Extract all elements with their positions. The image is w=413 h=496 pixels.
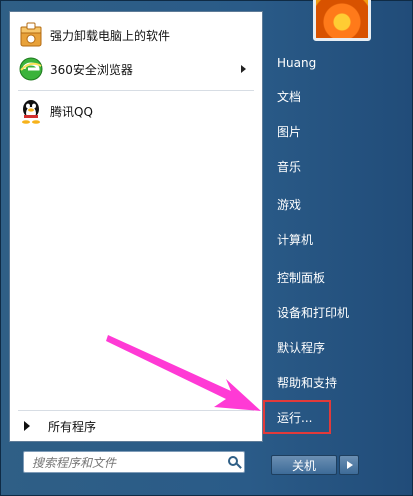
- search-icon[interactable]: [228, 456, 238, 466]
- program-label: 360安全浏览器: [50, 62, 133, 77]
- search-box[interactable]: [23, 451, 245, 473]
- program-item-360-browser[interactable]: 360安全浏览器: [18, 52, 254, 86]
- run-highlight-box: [263, 400, 331, 434]
- right-item-pictures[interactable]: 图片: [277, 123, 397, 141]
- 360-browser-icon: [18, 56, 44, 82]
- program-label: 腾讯QQ: [50, 104, 93, 119]
- right-item-control-panel[interactable]: 控制面板: [277, 269, 397, 287]
- separator: [18, 90, 254, 91]
- all-programs-button[interactable]: 所有程序: [18, 416, 254, 436]
- program-item-qq[interactable]: 腾讯QQ: [18, 94, 254, 128]
- program-item-uninstaller[interactable]: 强力卸载电脑上的软件: [18, 18, 254, 52]
- all-programs-label: 所有程序: [48, 419, 97, 434]
- right-item-devices-printers[interactable]: 设备和打印机: [277, 304, 397, 322]
- annotation-arrow-icon: [106, 335, 261, 411]
- user-avatar[interactable]: [313, 0, 371, 41]
- right-item-documents[interactable]: 文档: [277, 88, 397, 106]
- right-item-default-programs[interactable]: 默认程序: [277, 339, 397, 357]
- right-item-computer[interactable]: 计算机: [277, 231, 397, 249]
- right-item-music[interactable]: 音乐: [277, 158, 397, 176]
- shutdown-label: 关机: [291, 458, 316, 473]
- shutdown-button[interactable]: 关机: [271, 455, 337, 475]
- right-item-games[interactable]: 游戏: [277, 196, 397, 214]
- start-menu: 强力卸载电脑上的软件 360安全浏览器 腾讯QQ 所有程序 搜索程序和文件 Hu…: [0, 0, 413, 496]
- uninstaller-box-icon: [18, 22, 44, 48]
- search-input[interactable]: [30, 453, 224, 473]
- qq-penguin-icon: [18, 98, 44, 124]
- submenu-arrow-icon: [241, 65, 246, 73]
- expand-arrow-icon: [24, 421, 30, 431]
- right-item-user[interactable]: Huang: [277, 54, 397, 72]
- shutdown-options-arrow-icon[interactable]: [339, 455, 359, 475]
- right-item-help-support[interactable]: 帮助和支持: [277, 374, 397, 392]
- program-label: 强力卸载电脑上的软件: [50, 28, 171, 43]
